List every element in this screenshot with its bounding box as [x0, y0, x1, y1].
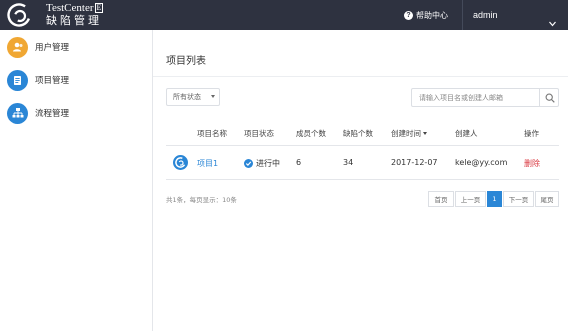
top-bar: TestCenter E 缺陷管理 ? 帮助中心 admin: [0, 0, 568, 30]
project-name-link[interactable]: 项目1: [197, 158, 218, 169]
user-menu[interactable]: admin: [473, 8, 498, 22]
column-header-created[interactable]: 创建时间: [391, 128, 427, 139]
divider: [462, 0, 463, 30]
chevron-down-icon[interactable]: [549, 12, 556, 27]
users-icon: [7, 36, 28, 58]
pagination-summary: 共1条，每页显示：10条: [166, 196, 237, 204]
caret-down-icon: [211, 95, 215, 98]
check-circle-icon: [244, 159, 253, 168]
defect-count: 34: [343, 158, 354, 167]
column-header-name: 项目名称: [197, 129, 227, 138]
first-page-button[interactable]: 首页: [428, 191, 454, 207]
help-center-label: 帮助中心: [416, 10, 448, 20]
page-1-button[interactable]: 1: [487, 191, 502, 207]
search-icon: [545, 93, 555, 103]
status-filter-value: 所有状态: [173, 93, 201, 101]
project-logo-icon: [173, 155, 188, 170]
column-header-members: 成员个数: [296, 129, 326, 138]
divider: [166, 179, 559, 180]
column-header-defects: 缺陷个数: [343, 129, 373, 138]
search-button[interactable]: [539, 89, 559, 106]
sidebar-item-label: 项目管理: [35, 76, 70, 86]
document-icon: [7, 69, 28, 91]
member-count: 6: [296, 158, 302, 167]
page-title: 项目列表: [166, 56, 206, 67]
search-box: [411, 88, 559, 107]
creator-email: kele@yy.com: [455, 158, 508, 167]
brand-title: TestCenter: [46, 2, 94, 14]
delete-link[interactable]: 删除: [524, 158, 540, 169]
column-header-actions: 操作: [524, 129, 539, 138]
brand-badge: E: [94, 3, 104, 13]
sidebar-item-label: 用户管理: [35, 43, 70, 53]
project-status: 进行中: [244, 158, 280, 169]
search-input[interactable]: [413, 90, 537, 105]
project-status-label: 进行中: [256, 159, 280, 168]
prev-page-button[interactable]: 上一页: [455, 191, 486, 207]
sort-desc-icon: [423, 132, 427, 135]
brand-subtitle: 缺陷管理: [46, 15, 102, 27]
status-filter-select[interactable]: 所有状态: [166, 88, 220, 106]
column-header-status: 项目状态: [244, 129, 274, 138]
question-icon: ?: [404, 10, 413, 20]
brand-name: TestCenter E: [46, 2, 104, 14]
column-header-creator: 创建人: [455, 129, 478, 138]
logo-icon: [7, 3, 31, 27]
sidebar-item-users[interactable]: 用户管理: [0, 32, 152, 62]
help-center-link[interactable]: ? 帮助中心: [404, 8, 448, 22]
column-header-created-label: 创建时间: [391, 129, 421, 138]
sidebar-item-label: 流程管理: [35, 109, 70, 119]
next-page-button[interactable]: 下一页: [503, 191, 534, 207]
divider: [153, 76, 568, 77]
last-page-button[interactable]: 尾页: [535, 191, 559, 207]
sidebar-item-workflow[interactable]: 流程管理: [0, 98, 152, 128]
created-date: 2017-12-07: [391, 158, 438, 167]
sidebar: 用户管理 项目管理 流程管理: [0, 30, 153, 331]
divider: [166, 145, 559, 146]
sidebar-item-projects[interactable]: 项目管理: [0, 65, 152, 95]
flow-icon: [7, 102, 28, 124]
